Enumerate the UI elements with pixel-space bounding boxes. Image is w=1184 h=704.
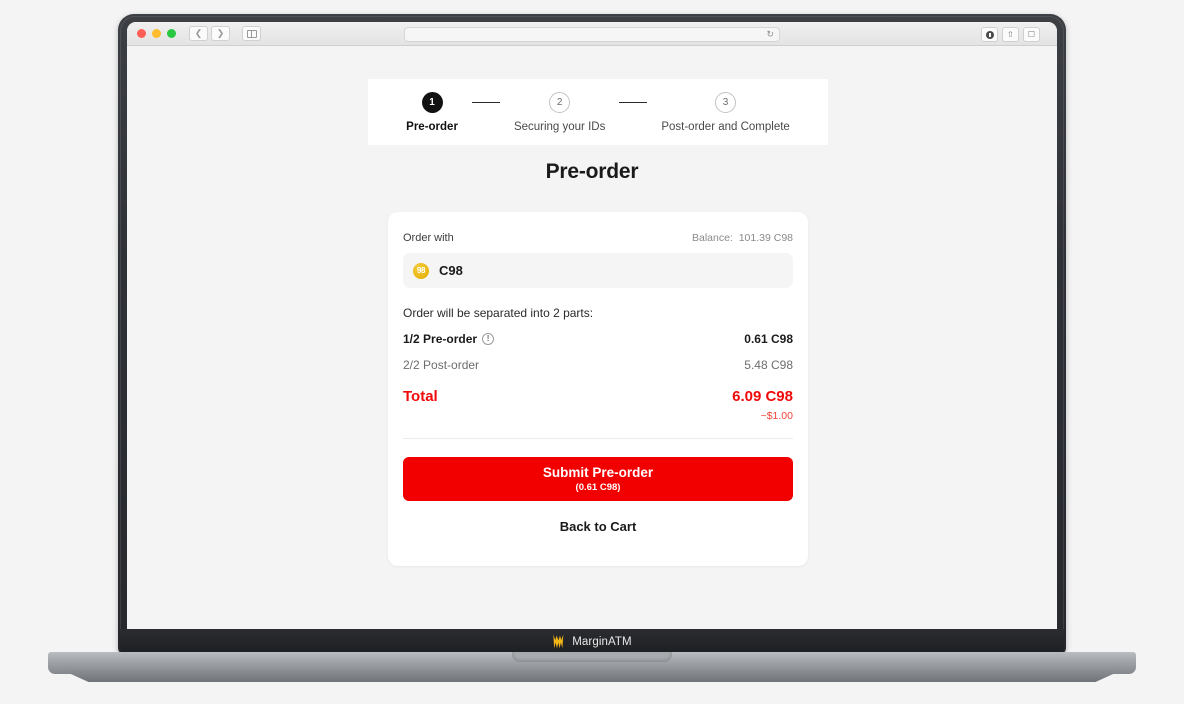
page-content: 1 Pre-order 2 Securing your IDs 3 Post-o…: [127, 46, 1057, 629]
navigation-buttons: ❮ ❯: [189, 26, 230, 41]
submit-button-sublabel: (0.61 C98): [575, 482, 621, 493]
page-title: Pre-order: [545, 160, 639, 183]
total-label: Total: [403, 388, 438, 405]
stepper-step-3[interactable]: 3 Post-order and Complete: [661, 91, 790, 133]
laptop-device: ❮ ❯ ↻ ⇧ ☐ 1 Pre-order 2 Securing your ID…: [0, 0, 1184, 704]
window-traffic-lights: [137, 29, 176, 38]
step-3-label: Post-order and Complete: [661, 120, 790, 133]
step-3-number: 3: [715, 91, 737, 113]
forward-button[interactable]: ❯: [211, 26, 230, 41]
step-1-label: Pre-order: [406, 120, 458, 133]
token-selector[interactable]: 98 C98: [403, 253, 793, 288]
post-order-line-value: 5.48 C98: [744, 358, 793, 372]
sidebar-toggle-button[interactable]: [242, 26, 261, 41]
downloads-button[interactable]: [981, 27, 998, 42]
card-divider: [403, 438, 793, 439]
info-icon[interactable]: !: [482, 333, 495, 345]
tabs-overview-button[interactable]: ☐: [1023, 27, 1040, 42]
pre-order-line-label: 1/2 Pre-order: [403, 332, 478, 346]
sidebar-toggle-icon: [246, 29, 257, 38]
browser-toolbar: ❮ ❯ ↻ ⇧ ☐: [127, 22, 1057, 46]
maximize-window-button[interactable]: [167, 29, 176, 38]
back-button[interactable]: ❮: [189, 26, 208, 41]
share-button[interactable]: ⇧: [1002, 27, 1019, 42]
post-order-line: 2/2 Post-order 5.48 C98: [403, 358, 793, 372]
share-icon: ⇧: [1007, 30, 1014, 39]
step-1-number: 1: [421, 91, 443, 113]
c98-token-icon: 98: [413, 262, 429, 279]
stepper: 1 Pre-order 2 Securing your IDs 3 Post-o…: [368, 79, 828, 145]
order-with-label: Order with: [403, 232, 454, 244]
toolbar-right-buttons: ⇧ ☐: [981, 27, 1040, 42]
pre-order-line: 1/2 Pre-order ! 0.61 C98: [403, 332, 793, 346]
reload-icon[interactable]: ↻: [766, 30, 774, 39]
total-value: 6.09 C98: [732, 388, 793, 405]
step-2-number: 2: [549, 91, 571, 113]
pre-order-line-value: 0.61 C98: [744, 332, 793, 346]
split-note: Order will be separated into 2 parts:: [403, 306, 594, 320]
submit-preorder-button[interactable]: Submit Pre-order (0.61 C98): [403, 457, 793, 501]
order-summary-card: Order with Balance: 101.39 C98 98 C98 Or…: [388, 212, 808, 566]
stepper-connector-2: [619, 101, 648, 103]
token-symbol: C98: [439, 263, 463, 278]
crown-icon: [553, 634, 564, 649]
stepper-step-1[interactable]: 1 Pre-order: [406, 91, 458, 133]
balance-value: 101.39 C98: [738, 232, 793, 244]
submit-button-label: Submit Pre-order: [542, 465, 654, 480]
pre-order-line-left: 1/2 Pre-order !: [403, 332, 495, 346]
laptop-screen: ❮ ❯ ↻ ⇧ ☐ 1 Pre-order 2 Securing your ID…: [127, 22, 1057, 629]
brand-name: MarginATM: [572, 635, 632, 648]
minimize-window-button[interactable]: [152, 29, 161, 38]
tabs-overview-icon: ☐: [1027, 30, 1036, 39]
total-row: Total 6.09 C98 ~$1.00: [403, 388, 793, 422]
total-right: 6.09 C98 ~$1.00: [732, 388, 793, 422]
laptop-base-taper: [62, 670, 1122, 682]
back-to-cart-link[interactable]: Back to Cart: [403, 519, 793, 534]
address-bar-wrapper: ↻: [404, 27, 780, 42]
balance-display: Balance: 101.39 C98: [692, 232, 793, 244]
stepper-step-2[interactable]: 2 Securing your IDs: [513, 91, 606, 133]
downloads-icon: [985, 30, 994, 39]
order-with-row: Order with Balance: 101.39 C98: [403, 232, 793, 244]
laptop-chin: MarginATM: [120, 629, 1064, 654]
close-window-button[interactable]: [137, 29, 146, 38]
laptop-base-notch: [512, 652, 672, 662]
address-bar[interactable]: ↻: [404, 27, 780, 42]
step-2-label: Securing your IDs: [513, 120, 606, 133]
balance-label: Balance:: [691, 232, 733, 244]
stepper-steps: 1 Pre-order 2 Securing your IDs 3 Post-o…: [406, 91, 790, 133]
stepper-connector-1: [471, 101, 500, 103]
total-usd-value: ~$1.00: [760, 410, 793, 422]
post-order-line-label: 2/2 Post-order: [403, 358, 480, 372]
